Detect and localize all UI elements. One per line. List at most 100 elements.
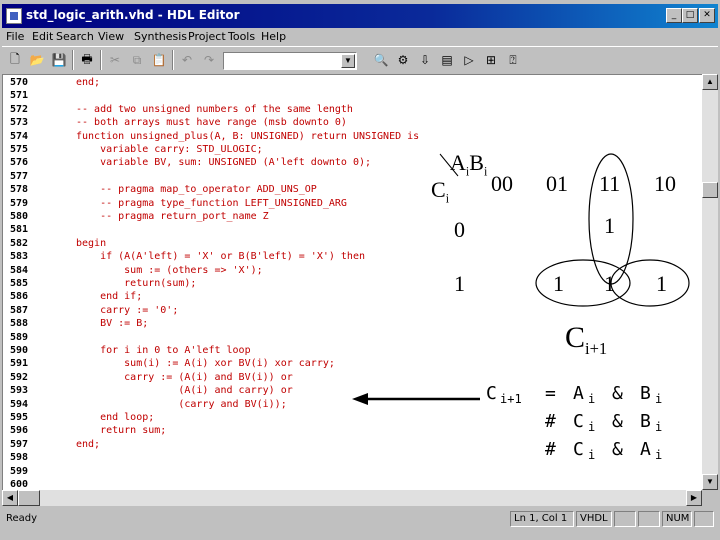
menu-help[interactable]: Help bbox=[261, 30, 286, 43]
line-code: -- add two unsigned numbers of the same … bbox=[76, 103, 353, 115]
line-number: 572 bbox=[10, 103, 29, 115]
line-code: end loop; bbox=[76, 412, 155, 423]
line-number: 600 bbox=[10, 479, 29, 490]
toolbar-combo[interactable]: ▼ bbox=[223, 52, 357, 70]
line-number: 576 bbox=[10, 157, 29, 169]
menu-file[interactable]: File bbox=[6, 30, 24, 43]
line-code: (carry and BV(i)); bbox=[76, 398, 287, 410]
hdl-editor-window: std_logic_arith.vhd - HDL Editor _ □ ✕ F… bbox=[0, 0, 720, 540]
line-number: 571 bbox=[10, 90, 29, 102]
line-code: for i in 0 to A'left loop bbox=[76, 345, 251, 356]
line-number: 578 bbox=[10, 184, 29, 196]
menu-search[interactable]: Search bbox=[56, 30, 94, 43]
menu-synthesis[interactable]: Synthesis bbox=[134, 30, 187, 43]
line-code: sum := (others => 'X'); bbox=[76, 264, 263, 276]
line-number: 587 bbox=[10, 304, 29, 316]
line-number: 574 bbox=[10, 130, 29, 142]
line-number: 570 bbox=[10, 77, 29, 88]
status-num: NUM bbox=[662, 511, 692, 527]
app-icon[interactable] bbox=[6, 8, 22, 24]
line-code: carry := '0'; bbox=[76, 304, 179, 316]
line-code: -- pragma type_function LEFT_UNSIGNED_AR… bbox=[76, 197, 347, 209]
line-code: end; bbox=[76, 77, 101, 88]
line-number: 589 bbox=[10, 331, 29, 343]
status-position: Ln 1, Col 1 bbox=[510, 511, 574, 527]
paste-icon[interactable]: 📋 bbox=[148, 50, 170, 70]
menu-project[interactable]: Project bbox=[188, 30, 226, 43]
menu-tools[interactable]: Tools bbox=[228, 30, 255, 43]
line-code: (A(i) and carry) or bbox=[76, 385, 293, 397]
line-number: 597 bbox=[10, 438, 29, 450]
scroll-right-button[interactable]: ▶ bbox=[686, 490, 702, 506]
chevron-down-icon[interactable]: ▼ bbox=[341, 54, 355, 68]
toolbar-separator bbox=[100, 50, 102, 70]
line-number: 586 bbox=[10, 291, 29, 303]
line-number: 579 bbox=[10, 197, 29, 209]
copy-icon[interactable]: ⧉ bbox=[126, 50, 148, 70]
new-file-icon[interactable]: 🗋 bbox=[4, 50, 26, 70]
line-code: -- both arrays must have range (msb down… bbox=[76, 117, 347, 129]
scroll-left-button[interactable]: ◀ bbox=[2, 490, 18, 506]
status-ready: Ready bbox=[6, 513, 38, 524]
library-icon[interactable]: ▤ bbox=[436, 50, 458, 70]
horizontal-scrollbar[interactable]: ◀ ▶ bbox=[2, 490, 702, 506]
line-number: 583 bbox=[10, 251, 29, 263]
scroll-thumb[interactable] bbox=[702, 182, 718, 198]
line-number: 591 bbox=[10, 358, 29, 370]
menu-view[interactable]: View bbox=[98, 30, 124, 43]
line-number: 598 bbox=[10, 452, 29, 464]
scroll-thumb[interactable] bbox=[18, 490, 40, 506]
undo-icon[interactable]: ↶ bbox=[176, 50, 198, 70]
line-number: 581 bbox=[10, 224, 29, 236]
status-cell-empty bbox=[638, 511, 660, 527]
line-code: function unsigned_plus(A, B: UNSIGNED) r… bbox=[76, 130, 420, 142]
toolbar-separator bbox=[172, 50, 174, 70]
maximize-button[interactable]: □ bbox=[682, 8, 698, 23]
download-icon[interactable]: ⇩ bbox=[414, 50, 436, 70]
scroll-up-button[interactable]: ▲ bbox=[702, 74, 718, 90]
line-code: carry := (A(i) and BV(i)) or bbox=[76, 371, 293, 383]
line-number: 575 bbox=[10, 144, 29, 155]
simulate-icon[interactable]: ▷ bbox=[458, 50, 480, 70]
save-icon[interactable]: 💾 bbox=[48, 50, 70, 70]
hierarchy-icon[interactable]: ⊞ bbox=[480, 50, 502, 70]
line-number: 573 bbox=[10, 117, 29, 129]
print-icon[interactable]: 🖶 bbox=[76, 50, 98, 70]
cut-icon[interactable]: ✂ bbox=[104, 50, 126, 70]
line-code: return sum; bbox=[76, 425, 167, 437]
title-bar[interactable]: std_logic_arith.vhd - HDL Editor _ □ ✕ bbox=[2, 4, 718, 28]
line-number: 592 bbox=[10, 371, 29, 383]
scroll-down-button[interactable]: ▼ bbox=[702, 474, 718, 490]
line-number: 594 bbox=[10, 398, 29, 410]
close-button[interactable]: ✕ bbox=[699, 8, 715, 23]
status-bar: Ready Ln 1, Col 1 VHDL NUM bbox=[2, 508, 718, 530]
line-code: end if; bbox=[76, 291, 143, 303]
compile-icon[interactable]: ⚙ bbox=[392, 50, 414, 70]
help-cursor-icon[interactable]: ⍰ bbox=[502, 50, 524, 70]
toolbar: 🗋 📂 💾 🖶 ✂ ⧉ 📋 ↶ ↷ ▼ 🔍 ⚙ ⇩ ▤ ▷ ⊞ ⍰ bbox=[2, 46, 718, 72]
status-cell-empty bbox=[694, 511, 714, 527]
line-code: variable BV, sum: UNSIGNED (A'left downt… bbox=[76, 157, 372, 169]
status-cell-empty bbox=[614, 511, 636, 527]
line-number: 595 bbox=[10, 412, 29, 423]
line-code: begin bbox=[76, 237, 107, 249]
line-code: variable carry: STD_ULOGIC; bbox=[76, 144, 263, 155]
line-number: 593 bbox=[10, 385, 29, 397]
line-code: BV := B; bbox=[76, 318, 149, 330]
open-folder-icon[interactable]: 📂 bbox=[26, 50, 48, 70]
menu-edit[interactable]: Edit bbox=[32, 30, 53, 43]
line-number: 582 bbox=[10, 237, 29, 249]
code-editor[interactable]: 570 end; 571 572 -- add two unsigned numbers… bbox=[2, 74, 702, 490]
status-language: VHDL bbox=[576, 511, 612, 527]
line-number: 596 bbox=[10, 425, 29, 437]
redo-icon[interactable]: ↷ bbox=[198, 50, 220, 70]
line-number: 590 bbox=[10, 345, 29, 356]
line-code: sum(i) := A(i) xor BV(i) xor carry; bbox=[76, 358, 335, 370]
find-icon[interactable]: 🔍 bbox=[370, 50, 392, 70]
vertical-scrollbar[interactable]: ▲ ▼ bbox=[702, 74, 718, 490]
line-number: 588 bbox=[10, 318, 29, 330]
window-title: std_logic_arith.vhd - HDL Editor bbox=[26, 8, 240, 22]
minimize-button[interactable]: _ bbox=[666, 8, 682, 23]
line-code: -- pragma map_to_operator ADD_UNS_OP bbox=[76, 184, 317, 196]
line-number: 584 bbox=[10, 264, 29, 276]
